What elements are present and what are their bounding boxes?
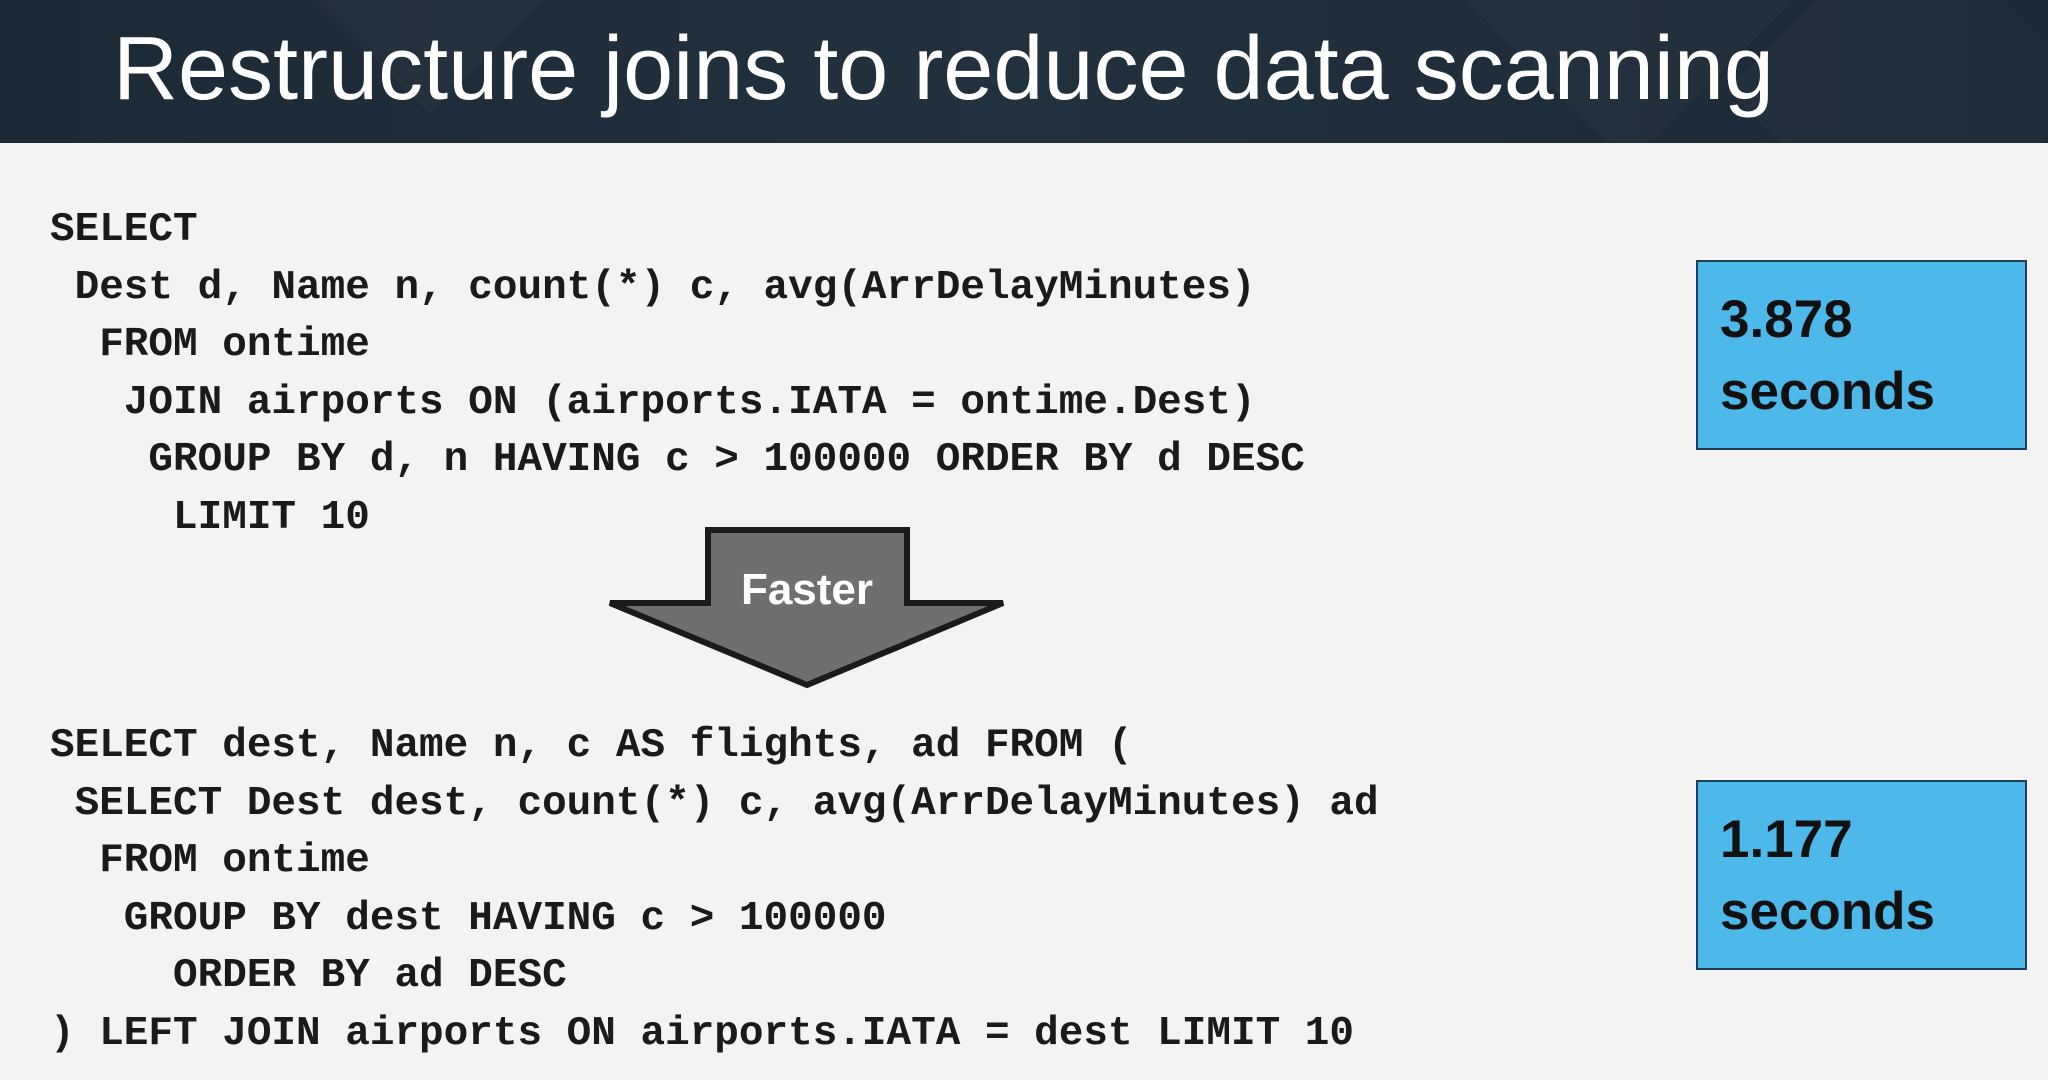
timing-value: 3.878: [1720, 290, 1853, 349]
query-line: GROUP BY dest HAVING c > 100000: [50, 895, 887, 942]
query-line: SELECT: [50, 207, 198, 253]
timing-value: 1.177: [1720, 810, 1853, 869]
original-timing-box: 3.878 seconds: [1696, 260, 2027, 450]
query-line: SELECT dest, Name n, c AS flights, ad FR…: [50, 723, 1133, 769]
optimized-timing-box: 1.177 seconds: [1696, 780, 2027, 970]
query-line: FROM ontime: [50, 322, 370, 368]
query-line: Dest d, Name n, count(*) c, avg(ArrDelay…: [50, 264, 1256, 311]
timing-unit: seconds: [1720, 362, 1936, 421]
query-line: FROM ontime: [50, 838, 370, 884]
query-line: JOIN airports ON (airports.IATA = ontime…: [50, 379, 1256, 426]
arrow-label: Faster: [740, 565, 874, 614]
optimized-query: SELECT dest, Name n, c AS flights, ad FR…: [50, 718, 1379, 1063]
slide: Restructure joins to reduce data scannin…: [0, 0, 2048, 1080]
original-query: SELECT Dest d, Name n, count(*) c, avg(A…: [50, 202, 1305, 547]
slide-title: Restructure joins to reduce data scannin…: [113, 19, 1774, 119]
header-decoration: [1726, 0, 2048, 143]
query-line: SELECT Dest dest, count(*) c, avg(ArrDel…: [50, 780, 1379, 827]
timing-unit: seconds: [1720, 882, 1936, 941]
title-bar: Restructure joins to reduce data scannin…: [0, 0, 2048, 143]
query-line: ) LEFT JOIN airports ON airports.IATA = …: [50, 1010, 1355, 1057]
query-line: ORDER BY ad DESC: [50, 953, 567, 999]
query-line: GROUP BY d, n HAVING c > 100000 ORDER BY…: [50, 437, 1305, 483]
